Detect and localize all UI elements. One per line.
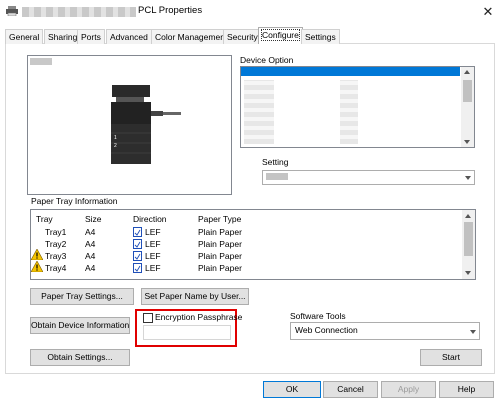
tab-sharing[interactable]: Sharing xyxy=(44,29,82,44)
column-header-size: Size xyxy=(85,214,102,224)
software-tools-selected: Web Connection xyxy=(295,325,358,335)
tray-direction-cell: LEF xyxy=(145,239,161,249)
tab-label: Color Management xyxy=(155,32,228,42)
scroll-thumb[interactable] xyxy=(464,222,473,256)
paper-orientation-icon xyxy=(133,263,142,275)
chevron-down-icon[interactable] xyxy=(465,176,471,180)
paper-tray-settings-button[interactable]: Paper Tray Settings... xyxy=(30,288,134,305)
warning-icon xyxy=(30,260,44,274)
device-option-label: Device Option xyxy=(240,55,294,65)
paper-orientation-icon xyxy=(133,251,142,263)
ok-button[interactable]: OK xyxy=(263,381,321,398)
tray-name-cell: Tray2 xyxy=(45,239,67,249)
column-header-tray: Tray xyxy=(36,214,53,224)
tray-paper-type-cell: Plain Paper xyxy=(198,239,242,249)
tray-size-cell: A4 xyxy=(85,239,96,249)
tab-advanced[interactable]: Advanced xyxy=(106,29,152,44)
printer-name-redacted xyxy=(22,7,136,17)
chevron-down-icon[interactable] xyxy=(470,330,476,334)
help-button[interactable]: Help xyxy=(439,381,494,398)
paper-orientation-icon xyxy=(133,239,142,251)
tray-size-cell: A4 xyxy=(85,263,96,273)
setting-dropdown[interactable] xyxy=(262,170,475,185)
scroll-up-icon[interactable] xyxy=(464,70,470,74)
printer-icon xyxy=(6,6,18,17)
scroll-up-icon[interactable] xyxy=(465,214,471,218)
column-header-direction: Direction xyxy=(133,214,167,224)
cancel-button[interactable]: Cancel xyxy=(323,381,378,398)
device-option-values-redacted xyxy=(340,80,358,144)
tray-paper-type-cell: Plain Paper xyxy=(198,251,242,261)
tab-label: Ports xyxy=(81,32,101,42)
tray-name-cell: Tray4 xyxy=(45,263,67,273)
start-button[interactable]: Start xyxy=(420,349,482,366)
tray-paper-type-cell: Plain Paper xyxy=(198,263,242,273)
tab-configure[interactable]: Configure xyxy=(258,27,303,44)
tab-label: Sharing xyxy=(48,32,78,42)
apply-button[interactable]: Apply xyxy=(381,381,436,398)
tab-settings[interactable]: Settings xyxy=(301,29,340,44)
svg-text:1: 1 xyxy=(114,135,117,141)
tab-label: Settings xyxy=(305,32,336,42)
tab-general[interactable]: General xyxy=(5,29,44,44)
tray-direction-cell: LEF xyxy=(145,263,161,273)
encryption-passphrase-input[interactable] xyxy=(143,325,231,340)
tab-label: Security xyxy=(227,32,258,42)
obtain-device-info-button[interactable]: Obtain Device Information xyxy=(30,317,130,334)
tray-size-cell: A4 xyxy=(85,251,96,261)
paper-tray-group-label: Paper Tray Information xyxy=(30,196,119,206)
tab-security[interactable]: Security xyxy=(223,29,262,44)
setting-value-redacted xyxy=(266,173,288,180)
device-option-selected-row[interactable] xyxy=(241,67,460,76)
obtain-settings-button[interactable]: Obtain Settings... xyxy=(30,349,130,366)
scroll-down-icon[interactable] xyxy=(465,271,471,275)
scroll-down-icon[interactable] xyxy=(464,140,470,144)
tray-name-cell: Tray3 xyxy=(45,251,67,261)
tab-label: Configure xyxy=(261,29,300,41)
device-option-scrollbar[interactable] xyxy=(461,67,474,147)
tab-label: General xyxy=(9,32,40,42)
paper-orientation-icon xyxy=(133,227,142,239)
tray-size-cell: A4 xyxy=(85,227,96,237)
window-title: PCL Properties xyxy=(138,5,203,16)
close-icon[interactable]: ✕ xyxy=(478,2,498,22)
setting-label: Setting xyxy=(262,157,289,167)
tray-name-cell: Tray1 xyxy=(45,227,67,237)
tray-direction-cell: LEF xyxy=(145,227,161,237)
tray-paper-type-cell: Plain Paper xyxy=(198,227,242,237)
tab-color-management[interactable]: Color Management xyxy=(151,29,232,44)
encryption-passphrase-checkbox[interactable] xyxy=(143,313,153,323)
tab-label: Advanced xyxy=(110,32,148,42)
device-option-names-redacted xyxy=(244,80,274,144)
tray-direction-cell: LEF xyxy=(145,251,161,261)
tab-ports[interactable]: Ports xyxy=(77,29,105,44)
encryption-passphrase-label: Encryption Passphrase xyxy=(155,312,243,322)
model-name-redacted xyxy=(30,58,52,65)
software-tools-label: Software Tools xyxy=(290,311,346,321)
printer-image: 1 2 xyxy=(108,83,183,167)
svg-text:2: 2 xyxy=(114,143,117,149)
set-paper-name-button[interactable]: Set Paper Name by User... xyxy=(141,288,249,305)
scroll-thumb[interactable] xyxy=(463,80,472,102)
column-header-paper-type: Paper Type xyxy=(198,214,242,224)
